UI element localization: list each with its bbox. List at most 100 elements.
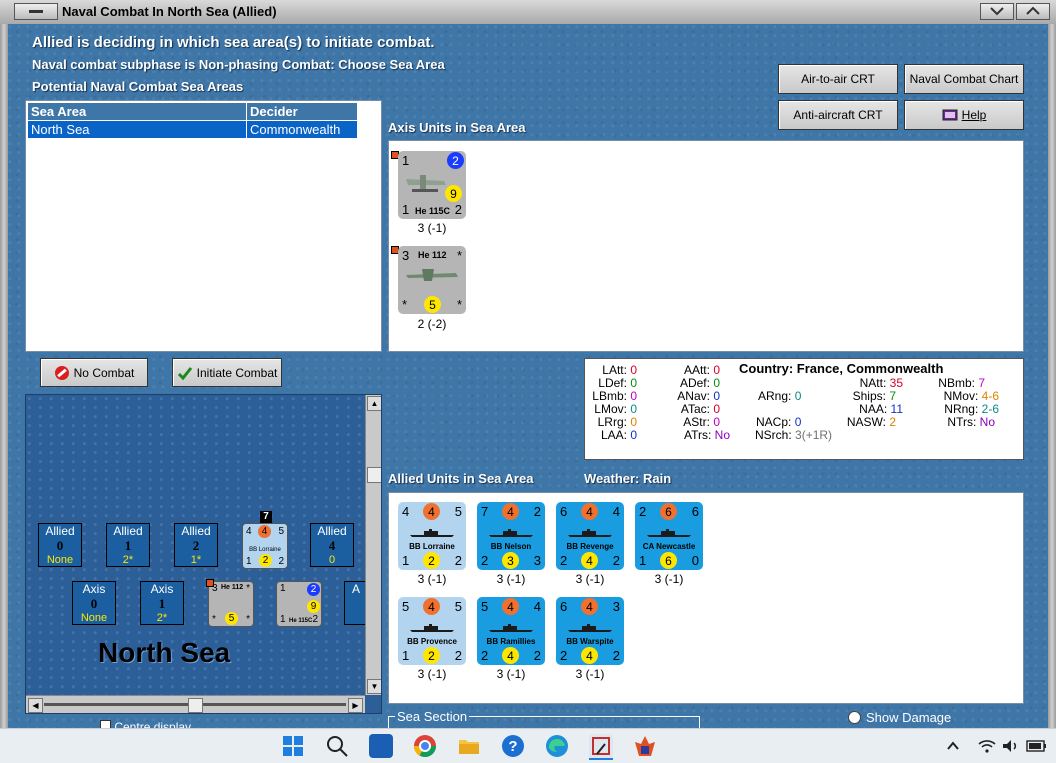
no-combat-label: No Combat xyxy=(73,365,135,380)
unit-caption: 3 (-1) xyxy=(496,667,526,681)
map-unit-bb-lorraine[interactable]: 4 4 5 BB Lorraine 1 2 2 xyxy=(242,523,288,569)
scroll-thumb[interactable] xyxy=(188,698,203,713)
stat-atac: ATac: 0 xyxy=(681,402,720,416)
system-menu-button[interactable] xyxy=(14,3,58,20)
map-horizontal-scrollbar[interactable]: ◀ ▶ xyxy=(26,695,365,713)
unit-name: BB Ramillies xyxy=(486,637,536,646)
show-damage-radio[interactable]: Show Damage xyxy=(848,710,951,725)
chevron-up-icon[interactable] xyxy=(946,739,960,757)
stat-value: 7 xyxy=(978,376,985,390)
mini-value: 9 xyxy=(307,600,320,613)
naval-combat-chart-button[interactable]: Naval Combat Chart xyxy=(904,64,1024,94)
edge-icon[interactable] xyxy=(545,734,569,758)
allied-unit-bb-revenge[interactable]: 6 4 4 BB Revenge 2 4 2 xyxy=(556,502,624,570)
maximize-icon xyxy=(1026,6,1040,15)
map-unit-he-115c[interactable]: 1 2 9 1 He 115C 2 xyxy=(276,581,322,627)
unit-value: 4 xyxy=(502,598,519,615)
axis-unit-he-115c[interactable]: 1 2 9 1 He 115C 2 xyxy=(398,151,466,219)
stat-label: ATrs: xyxy=(683,428,712,442)
sea-area-list: Sea Area Decider North Sea Commonwealth xyxy=(25,100,382,352)
unit-value: 2 xyxy=(447,152,464,169)
unit-value: 2 xyxy=(533,648,541,663)
centre-display-checkbox[interactable]: Centre display xyxy=(100,720,191,728)
unit-value: 6 xyxy=(691,504,699,519)
air-to-air-crt-button[interactable]: Air-to-air CRT xyxy=(778,64,898,94)
map-vertical-scrollbar[interactable]: ▲ ▼ xyxy=(365,395,381,695)
maximize-button[interactable] xyxy=(1016,3,1050,20)
column-header-sea-area[interactable]: Sea Area xyxy=(27,102,247,121)
taskbar: ? xyxy=(0,728,1056,763)
book-icon xyxy=(942,109,958,121)
stat-value: 3(+1R) xyxy=(795,428,833,442)
allied-box-2[interactable]: Allied 2 1* xyxy=(174,523,218,567)
stat-value: 0 xyxy=(630,428,637,442)
unit-value: 3 xyxy=(502,552,519,569)
unit-value: 4 xyxy=(581,552,598,569)
windows-start-icon[interactable] xyxy=(281,734,305,758)
initiate-combat-button[interactable]: Initiate Combat xyxy=(172,358,282,387)
unit-caption: 3 (-1) xyxy=(654,572,684,586)
scroll-left-icon[interactable]: ◀ xyxy=(28,698,43,713)
scroll-thumb[interactable] xyxy=(367,467,381,483)
mini-name: He 115C xyxy=(289,618,313,624)
axis-box-0[interactable]: Axis 0 None xyxy=(72,581,116,625)
allied-box-4[interactable]: Allied 4 0 xyxy=(310,523,354,567)
column-header-decider[interactable]: Decider xyxy=(246,102,358,121)
cell-sea-area[interactable]: North Sea xyxy=(27,120,247,139)
axis-box-1[interactable]: Axis 1 2* xyxy=(140,581,184,625)
map-unit-he-112[interactable]: 3 He 112 * 5 * * xyxy=(206,579,254,627)
volume-icon[interactable] xyxy=(1002,739,1020,758)
no-combat-button[interactable]: No Combat xyxy=(40,358,148,387)
sea-area-map[interactable]: Allied 0 None Allied 1 2* Allied 2 1* 7 … xyxy=(25,394,382,714)
window-right-border xyxy=(1048,24,1056,728)
stat-value: 2 xyxy=(889,415,896,429)
battery-icon[interactable] xyxy=(1026,739,1048,758)
unit-value: 6 xyxy=(660,503,677,520)
scroll-up-icon[interactable]: ▲ xyxy=(367,396,381,411)
stat-value: 7 xyxy=(889,389,896,403)
stat-value: 0 xyxy=(713,389,720,403)
allied-unit-bb-provence[interactable]: 5 4 5 BB Provence 1 2 2 xyxy=(398,597,466,665)
minimize-button[interactable] xyxy=(980,3,1014,20)
unit-caption: 2 (-2) xyxy=(417,317,447,331)
allied-unit-bb-nelson[interactable]: 7 4 2 BB Nelson 2 3 3 xyxy=(477,502,545,570)
search-icon[interactable] xyxy=(325,734,349,758)
mini-name: BB Lorraine xyxy=(249,547,281,553)
unit-name: BB Provence xyxy=(407,637,457,646)
stat-label: NAtt: xyxy=(859,376,887,390)
wifi-icon[interactable] xyxy=(978,739,996,758)
chrome-icon[interactable] xyxy=(413,734,437,758)
unit-value: 4 xyxy=(423,598,440,615)
unit-caption: 3 (-1) xyxy=(417,221,447,235)
axis-unit-he-112[interactable]: 3 He 112 * * 5 * xyxy=(398,246,466,314)
minus-icon xyxy=(29,10,43,13)
stat-value: 0 xyxy=(713,376,720,390)
anti-aircraft-crt-button[interactable]: Anti-aircraft CRT xyxy=(778,100,898,130)
box-number: 2 xyxy=(192,538,200,553)
allied-unit-bb-warspite[interactable]: 6 4 3 BB Warspite 2 4 2 xyxy=(556,597,624,665)
help-button[interactable]: Help xyxy=(904,100,1024,130)
cell-decider[interactable]: Commonwealth xyxy=(246,120,358,139)
checkbox-icon[interactable] xyxy=(100,720,111,728)
file-explorer-icon[interactable] xyxy=(457,734,481,758)
allied-box-0[interactable]: Allied 0 None xyxy=(38,523,82,567)
unit-value: 6 xyxy=(660,552,677,569)
myhp-icon[interactable] xyxy=(369,734,393,758)
sea-area-name: North Sea xyxy=(98,637,231,668)
snipping-tool-icon[interactable] xyxy=(589,734,613,760)
stat-value: 0 xyxy=(630,376,637,390)
scroll-down-icon[interactable]: ▼ xyxy=(367,679,381,694)
no-entry-icon xyxy=(54,365,69,380)
help-icon[interactable]: ? xyxy=(501,734,525,758)
game-icon[interactable] xyxy=(633,734,657,758)
radio-icon[interactable] xyxy=(848,711,861,724)
allied-unit-bb-lorraine[interactable]: 4 4 5 BB Lorraine 1 2 2 xyxy=(398,502,466,570)
table-row[interactable]: North Sea Commonwealth xyxy=(27,120,358,139)
unit-value: * xyxy=(402,297,408,312)
warship-icon xyxy=(489,529,533,537)
allied-unit-bb-ramillies[interactable]: 5 4 4 BB Ramillies 2 4 2 xyxy=(477,597,545,665)
scroll-right-icon[interactable]: ▶ xyxy=(348,698,363,713)
allied-box-1[interactable]: Allied 1 2* xyxy=(106,523,150,567)
prompt-line: Allied is deciding in which sea area(s) … xyxy=(32,34,435,51)
allied-unit-ca-newcastle[interactable]: 2 6 6 CA Newcastle 1 6 0 xyxy=(635,502,703,570)
